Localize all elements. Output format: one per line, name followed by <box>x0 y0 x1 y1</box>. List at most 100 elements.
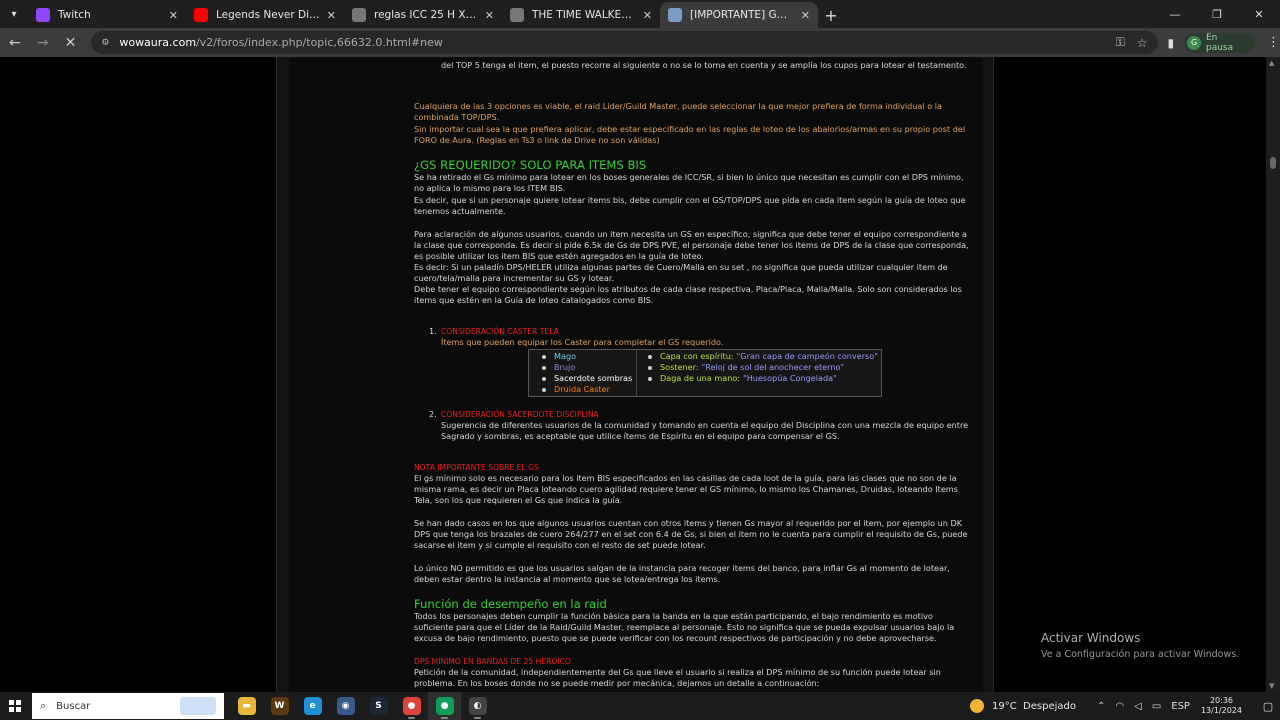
stop-loading-icon[interactable]: ✕ <box>58 30 84 56</box>
taskbar-app[interactable]: ● <box>428 692 461 720</box>
close-tab-icon[interactable]: ✕ <box>485 9 494 22</box>
file-explorer-icon: ▬ <box>237 697 256 715</box>
side-panel-icon[interactable]: ▮ <box>1168 36 1175 50</box>
twitch-icon <box>36 8 50 22</box>
caster-items: Capa con espíritu: "Gran capa de campeón … <box>637 350 881 396</box>
edge-icon: e <box>303 697 322 715</box>
taskbar-apps: ▬ We ◉ S ● ● ◐ <box>230 692 494 720</box>
note-paragraph-3: Lo único NO permitido es que los usuario… <box>414 563 950 585</box>
app-icon: ◉ <box>336 697 355 715</box>
browser-tab[interactable]: reglas ICC 25 H X LK -- DeAd Fe ✕ <box>344 2 502 28</box>
activate-title: Activar Windows <box>1041 631 1141 645</box>
url-path: /v2/foros/index.php/topic,66632.0.html#n… <box>196 36 443 49</box>
weather-text: Despejado <box>1023 700 1076 712</box>
rules-note: Sin importar cual sea la que prefiera ap… <box>414 124 966 146</box>
list-item: Mago <box>537 351 636 362</box>
class-name: Mago <box>554 350 577 361</box>
taskbar-app[interactable]: W <box>263 692 296 720</box>
taskbar: ⌕ Buscar ▬ We ◉ S ● ● ◐ 19°C Despejado ⌃ ◠ ◁ ▭… <box>0 692 1280 720</box>
clock[interactable]: 20:36 13/1/2024 <box>1201 696 1242 716</box>
taskbar-app[interactable]: ◉ <box>329 692 362 720</box>
post-body: del TOP 5 tenga el item, el puesto recor… <box>289 57 983 692</box>
close-window-icon[interactable]: ✕ <box>1238 0 1280 28</box>
gs-paragraph-2: Es decir, que si un personaje quiere lot… <box>414 195 966 217</box>
list-item: 2. CONSIDERACIÓN SACERDOTE DISCIPLINA Su… <box>414 409 974 443</box>
profile-button[interactable]: G En pausa <box>1184 32 1255 53</box>
search-highlight-image <box>180 697 216 715</box>
address-bar[interactable]: ⚙ wowaura.com /v2/foros/index.php/topic,… <box>91 31 1158 54</box>
menu-icon[interactable]: ⋮ <box>1267 35 1280 50</box>
discipline-text: Sugerencia de diferentes usuarios de la … <box>441 420 969 442</box>
scroll-up-icon[interactable]: ▲ <box>1269 59 1274 67</box>
browser-toolbar: ← → ✕ ⚙ wowaura.com /v2/foros/index.php/… <box>0 28 1280 57</box>
battery-icon[interactable]: ▭ <box>1152 701 1161 712</box>
volume-icon[interactable]: ◁ <box>1134 701 1142 712</box>
class-name: Sacerdote sombras <box>554 372 633 383</box>
restore-icon[interactable]: ❐ <box>1196 0 1238 28</box>
item-link[interactable]: "Gran capa de campeón converso" <box>737 351 878 362</box>
bullet-icon <box>648 354 652 359</box>
chrome-profile-icon: ● <box>435 697 454 715</box>
top-line: del TOP 5 tenga el item, el puesto recor… <box>441 60 967 70</box>
tab-title: THE TIME WALKERS REGLAS DE <box>532 9 637 21</box>
network-icon[interactable]: ◠ <box>1115 701 1124 712</box>
list-item: Daga de una mano: "Huesopúa Congelada" <box>643 373 881 384</box>
url-domain: wowaura.com <box>119 36 197 49</box>
taskbar-app[interactable]: e <box>296 692 329 720</box>
class-name: Druida Caster <box>554 383 610 394</box>
close-tab-icon[interactable]: ✕ <box>169 9 178 22</box>
globe-icon <box>510 8 524 22</box>
system-tray: 19°C Despejado ⌃ ◠ ◁ ▭ ESP 20:36 13/1/20… <box>969 692 1280 720</box>
taskbar-search[interactable]: ⌕ Buscar <box>32 693 224 719</box>
chevron-up-icon[interactable]: ⌃ <box>1097 701 1105 712</box>
clarification-paragraph-3: Debe tener el equipo correspondiente seg… <box>414 284 962 306</box>
tab-title: Twitch <box>58 9 91 21</box>
site-info-icon[interactable]: ⚙ <box>101 38 111 48</box>
start-button[interactable] <box>0 692 30 720</box>
page-scrollbar[interactable]: ▲ ▼ <box>1266 57 1280 692</box>
weather-widget[interactable]: 19°C Despejado <box>969 699 1076 713</box>
bookmark-star-icon[interactable]: ☆ <box>1137 36 1148 50</box>
tab-search-icon[interactable]: ▾ <box>0 0 28 28</box>
activate-subtitle: Ve a Configuración para activar Windows. <box>1041 649 1240 660</box>
dps-title: DPS MÍNIMO EN BANDAS DE 25 HEROICO <box>414 657 571 666</box>
function-paragraph: Todos los personajes deben cumplir la fu… <box>414 611 955 644</box>
list-item: Sacerdote sombras <box>537 373 636 384</box>
browser-tab[interactable]: THE TIME WALKERS REGLAS DE ✕ <box>502 2 660 28</box>
language-indicator[interactable]: ESP <box>1171 701 1190 712</box>
list-item: 1. CONSIDERACIÓN CASTER TELA Ítems que p… <box>414 326 974 348</box>
steam-icon: S <box>369 697 388 715</box>
browser-tab[interactable]: Legends Never Die (ft. Against ✕ <box>186 2 344 28</box>
notification-icon[interactable]: ▢ <box>1256 700 1280 713</box>
list-item: Brujo <box>537 362 636 373</box>
scrollbar-thumb[interactable] <box>1270 157 1276 169</box>
bullet-icon <box>542 387 546 392</box>
close-tab-icon[interactable]: ✕ <box>801 9 810 22</box>
item-label: Sostener: <box>660 361 699 372</box>
tab-title: [IMPORTANTE] GUIA DE LOTEO <box>690 9 795 21</box>
forward-icon[interactable]: → <box>30 30 56 56</box>
close-tab-icon[interactable]: ✕ <box>327 9 336 22</box>
item-label: Capa con espíritu: <box>660 350 734 361</box>
new-tab-button[interactable]: + <box>818 2 844 28</box>
back-icon[interactable]: ← <box>2 30 28 56</box>
tab-title: reglas ICC 25 H X LK -- DeAd Fe <box>374 9 479 21</box>
taskbar-app[interactable]: ▬ <box>230 692 263 720</box>
item-link[interactable]: "Huesopúa Congelada" <box>743 373 837 384</box>
options-note: Cualquiera de las 3 opciones es viable, … <box>414 101 942 123</box>
minimize-icon[interactable]: — <box>1154 0 1196 28</box>
taskbar-app[interactable]: ● <box>395 692 428 720</box>
taskbar-app[interactable]: ◐ <box>461 692 494 720</box>
close-tab-icon[interactable]: ✕ <box>643 9 652 22</box>
password-key-icon[interactable]: ⚿ <box>1116 35 1125 50</box>
scroll-down-icon[interactable]: ▼ <box>1269 682 1274 690</box>
dps-paragraph: Petición de la comunidad, independientem… <box>414 667 941 689</box>
taskbar-app[interactable]: S <box>362 692 395 720</box>
browser-tab[interactable]: Twitch ✕ <box>28 2 186 28</box>
window-controls: — ❐ ✕ <box>1154 0 1280 28</box>
tab-strip: ▾ Twitch ✕ Legends Never Die (ft. Against ✕… <box>0 0 1280 28</box>
discipline-title: CONSIDERACIÓN SACERDOTE DISCIPLINA <box>441 410 599 419</box>
item-link[interactable]: "Reloj de sol del anochecer eterno" <box>701 362 844 373</box>
browser-tab[interactable]: [IMPORTANTE] GUIA DE LOTEO ✕ <box>660 2 818 28</box>
bullet-icon <box>542 354 546 359</box>
